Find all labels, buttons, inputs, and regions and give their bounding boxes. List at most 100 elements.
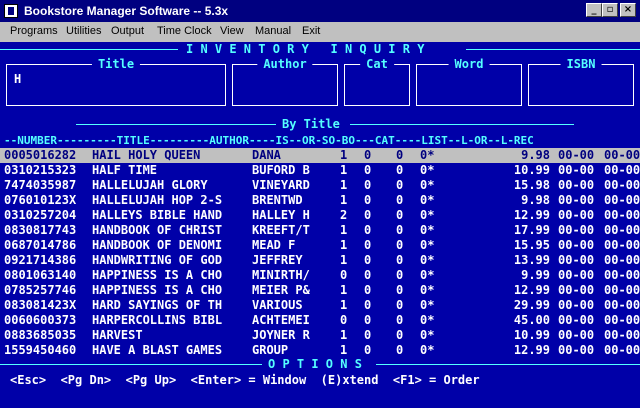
cell-is: 1 [340,238,348,252]
cell-number: 0310257204 [4,208,77,222]
table-row[interactable]: 0310257204 HALLEYS BIBLE HAND HALLEY H2000… [0,208,640,223]
cell-or: 0 [364,268,372,282]
cell-number: 0785257746 [4,283,77,297]
table-row[interactable]: 0801063140 HAPPINESS IS A CHO MINIRTH/0 0 0 0… [0,268,640,283]
cell-lrec: 00-00 [604,343,640,357]
cell-so: 0 [396,223,404,237]
cell-number: 0687014786 [4,238,77,252]
cell-list: 9.99 [521,268,550,282]
cell-so: 0 [396,298,404,312]
cell-title: HANDBOOK OF DENOMI [92,238,223,252]
cell-so: 0 [396,148,404,162]
column-header: --NUMBER---------TITLE---------AUTHOR---… [4,134,534,147]
cell-lrec: 00-00 [604,253,640,267]
title-field[interactable]: Title [6,57,226,106]
cell-or: 0 [364,178,372,192]
menu-output[interactable]: Output [111,25,144,37]
cell-or: 0 [364,283,372,297]
cell-bo: 0* [420,223,435,237]
cell-so: 0 [396,163,404,177]
cat-field[interactable]: Cat [344,57,410,106]
cell-title: HARVEST [92,328,143,342]
cell-title: HANDBOOK OF CHRIST [92,223,223,237]
table-row[interactable]: 076010123X HALLELUJAH HOP 2-S BRENTWD 1 0 0 0*… [0,193,640,208]
cell-bo: 0* [420,298,435,312]
cell-number: 083081423X [4,298,77,312]
cell-bo: 0* [420,343,435,357]
cell-number: 0060600373 [4,313,77,327]
menu-exit[interactable]: Exit [302,25,320,37]
cell-or: 0 [364,148,372,162]
cell-list: 13.99 [513,253,550,267]
cell-bo: 0* [420,283,435,297]
cell-is: 0 [340,313,348,327]
cell-bo: 0* [420,148,435,162]
sort-rule-left [76,124,276,125]
close-button[interactable]: × [620,3,636,17]
cell-author: VARIOUS [252,298,303,312]
cell-title: HALLELUJAH HOP 2-S [92,193,223,207]
cell-so: 0 [396,193,404,207]
cell-title: HAIL HOLY QUEEN [92,148,201,162]
cell-title: HAPPINESS IS A CHO [92,268,223,282]
table-row[interactable]: 0687014786 HANDBOOK OF DENOMI MEAD F 1 0 0 0* 1… [0,238,640,253]
cell-so: 0 [396,343,404,357]
cell-lrec: 00-00 [604,208,640,222]
title-input-value[interactable]: H [14,72,21,86]
menu-time-clock[interactable]: Time Clock [157,25,212,37]
word-field[interactable]: Word [416,57,522,106]
cell-author: MEIER P& [252,283,310,297]
options-keys: <Esc> <Pg Dn> <Pg Up> <Enter> = Window (… [10,373,480,387]
cell-number: 7474035987 [4,178,77,192]
table-row[interactable]: 0005016282 HAIL HOLY QUEEN DANA 1 0 0 0* 9.98 00… [0,148,640,163]
cell-lrec: 00-00 [604,238,640,252]
cell-lor: 00-00 [558,313,595,327]
cell-lor: 00-00 [558,253,595,267]
sort-rule-right [350,124,574,125]
cell-bo: 0* [420,253,435,267]
table-row[interactable]: 0921714386 HANDWRITING OF GOD JEFFREY 1 0 0 0*… [0,253,640,268]
heading-rule-left [0,49,178,50]
table-row[interactable]: 0310215323 HALF TIME BUFORD B 1 0 0 0* 10.99 00-… [0,163,640,178]
inquiry-heading: I N V E N T O R Y I N Q U I R Y [186,42,425,56]
menu-utilities[interactable]: Utilities [66,25,101,37]
isbn-field[interactable]: ISBN [528,57,634,106]
cell-lor: 00-00 [558,268,595,282]
cell-is: 0 [340,268,348,282]
cell-or: 0 [364,208,372,222]
table-row[interactable]: 083081423X HARD SAYINGS OF TH VARIOUS 1 0 0 0*… [0,298,640,313]
menu-view[interactable]: View [220,25,244,37]
app-icon[interactable] [4,4,18,18]
cell-list: 15.95 [513,238,550,252]
cell-so: 0 [396,178,404,192]
table-row[interactable]: 1559450460 HAVE A BLAST GAMES GROUP 1 0 0 0* 12… [0,343,640,358]
table-row[interactable]: 0785257746 HAPPINESS IS A CHO MEIER P& 1 0 0 0… [0,283,640,298]
cell-lor: 00-00 [558,298,595,312]
cell-is: 2 [340,208,348,222]
author-field[interactable]: Author [232,57,338,106]
cell-lor: 00-00 [558,163,595,177]
cell-list: 9.98 [521,193,550,207]
cell-so: 0 [396,208,404,222]
cell-author: VINEYARD [252,178,310,192]
table-row[interactable]: 0060600373 HARPERCOLLINS BIBL ACHTEMEI 0 0 0 0… [0,313,640,328]
cell-bo: 0* [420,238,435,252]
cell-or: 0 [364,163,372,177]
menu-programs[interactable]: Programs [10,25,58,37]
maximize-button[interactable]: ▫ [602,3,618,17]
cell-so: 0 [396,238,404,252]
console-area: I N V E N T O R Y I N Q U I R Y Title H … [0,42,640,408]
table-row[interactable]: 7474035987 HALLELUJAH GLORY VINEYARD 1 0 0 0* 1… [0,178,640,193]
cell-lrec: 00-00 [604,313,640,327]
cell-bo: 0* [420,193,435,207]
minimize-button[interactable]: _ [586,3,602,17]
menu-bar: Programs Utilities Output Time Clock Vie… [0,22,640,42]
cell-author: BUFORD B [252,163,310,177]
menu-manual[interactable]: Manual [255,25,291,37]
table-row[interactable]: 0830817743 HANDBOOK OF CHRIST KREEFT/T 1 0 0 0… [0,223,640,238]
cell-so: 0 [396,313,404,327]
cell-lrec: 00-00 [604,148,640,162]
cell-list: 15.98 [513,178,550,192]
options-rule-left [0,364,262,365]
table-row[interactable]: 0883685035 HARVEST JOYNER R 1 0 0 0* 10.99 00-00… [0,328,640,343]
